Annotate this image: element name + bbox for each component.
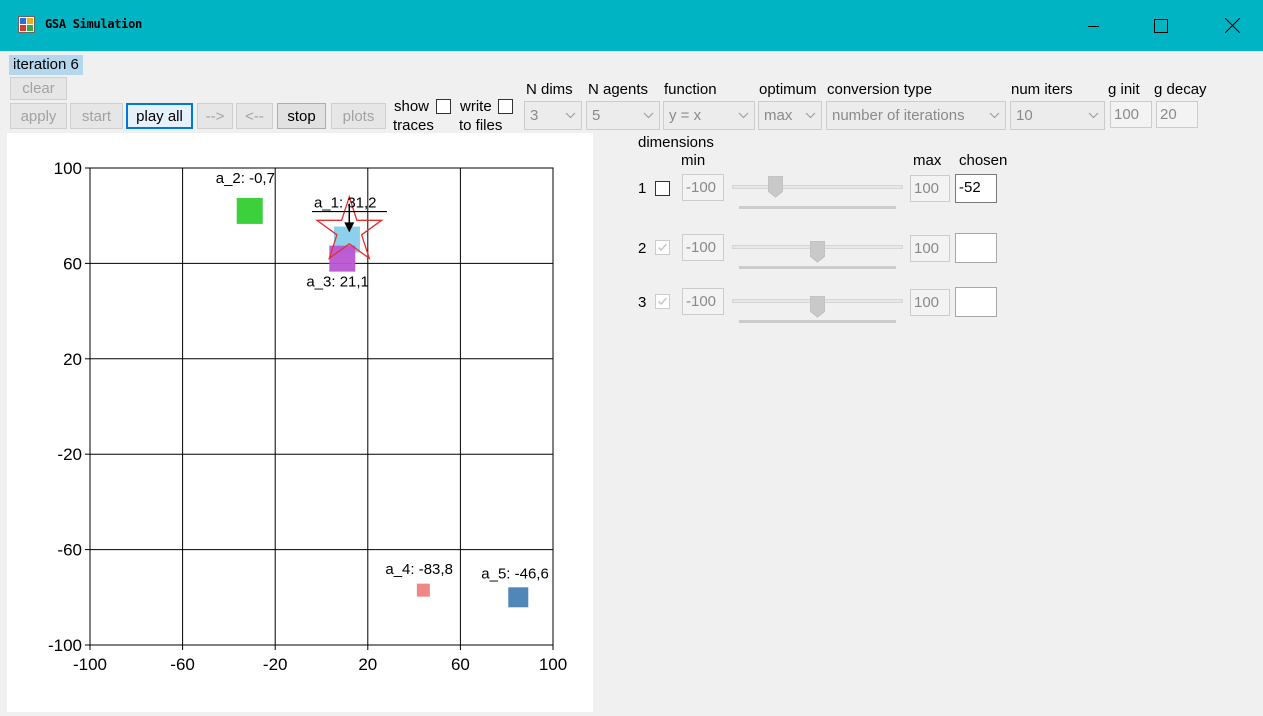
chevron-down-icon <box>565 112 576 119</box>
x-tick-label: -60 <box>170 655 195 674</box>
plot-panel: -100 -60 -20 20 60 100 100 60 20 -20 -60 -100 a_1: 3… <box>7 133 593 712</box>
x-tick-label: 20 <box>358 655 377 674</box>
step-forward-button[interactable]: --> <box>197 103 233 129</box>
dimension-index: 1 <box>638 180 647 197</box>
agent-label: a_2: -0,7 <box>216 170 275 187</box>
max-header: max <box>913 152 942 169</box>
optimum-label: optimum <box>759 81 817 98</box>
n-agents-value: 5 <box>592 107 601 124</box>
dimension-index: 3 <box>638 294 647 311</box>
chosen-header: chosen <box>959 152 1008 169</box>
conversion-type-select[interactable]: number of iterations <box>826 101 1006 130</box>
x-tick-label: -20 <box>263 655 288 674</box>
dimension-3-chosen-input[interactable] <box>955 287 997 317</box>
start-button[interactable]: start <box>70 103 123 129</box>
plots-button[interactable]: plots <box>331 103 386 129</box>
dimension-index: 2 <box>638 240 647 257</box>
optimum-select[interactable]: max <box>758 101 822 130</box>
y-tick-label: -60 <box>57 541 82 560</box>
close-button[interactable] <box>1209 0 1255 51</box>
dimension-2-min-input[interactable]: -100 <box>682 234 724 261</box>
n-agents-label: N agents <box>588 81 649 98</box>
dimensions-header: dimensions <box>638 134 714 151</box>
conversion-type-label: conversion type <box>827 81 933 98</box>
min-header: min <box>681 152 706 169</box>
write-files-label-1: write <box>460 98 492 115</box>
optimum-value: max <box>764 107 793 124</box>
agent-label: a_1: 31,2 <box>314 195 377 212</box>
slider-thumb-2[interactable] <box>810 241 825 263</box>
title-bar: GSA Simulation <box>0 0 1263 51</box>
write-files-checkbox[interactable] <box>498 99 513 114</box>
y-tick-label: 20 <box>63 350 82 369</box>
dimension-1-max-input[interactable]: 100 <box>910 175 950 202</box>
maximize-icon <box>1154 18 1168 33</box>
minimize-button[interactable] <box>1071 0 1117 51</box>
x-tick-label: -100 <box>73 655 107 674</box>
y-tick-label: 100 <box>54 159 82 178</box>
y-tick-label: -20 <box>57 445 82 464</box>
num-iters-select[interactable]: 10 <box>1010 101 1105 130</box>
show-traces-checkbox[interactable] <box>436 99 451 114</box>
show-traces-label-1: show <box>394 98 430 115</box>
chevron-down-icon <box>1088 112 1099 119</box>
iteration-label: iteration 6 <box>9 55 83 75</box>
x-tick-label: 60 <box>451 655 470 674</box>
maximize-button[interactable] <box>1138 0 1184 51</box>
n-dims-label: N dims <box>526 81 573 98</box>
agents-scatter-plot: -100 -60 -20 20 60 100 100 60 20 -20 -60 -100 a_1: 3… <box>48 159 567 674</box>
g-init-label: g init <box>1108 81 1140 98</box>
agent-marker <box>236 197 263 224</box>
agent-label: a_4: -83,8 <box>385 561 453 578</box>
clear-button[interactable]: clear <box>10 77 67 100</box>
y-tick-label: 60 <box>63 254 82 273</box>
agent-marker <box>508 587 529 608</box>
dimension-1-min-input[interactable]: -100 <box>682 174 724 201</box>
dimension-1-checkbox[interactable] <box>655 181 670 196</box>
step-back-button[interactable]: <-- <box>236 103 273 129</box>
conversion-type-value: number of iterations <box>832 107 965 124</box>
stop-button[interactable]: stop <box>277 103 326 129</box>
y-tick-label: -100 <box>48 636 82 655</box>
minimize-icon <box>1088 25 1099 27</box>
function-value: y = x <box>669 107 702 124</box>
agent-marker <box>416 583 430 597</box>
close-icon <box>1224 18 1240 33</box>
dimension-3-max-input[interactable]: 100 <box>910 289 950 316</box>
x-tick-label: 100 <box>539 655 567 674</box>
show-traces-label-2: traces <box>393 117 434 134</box>
dimension-2-checkbox[interactable] <box>655 240 670 255</box>
dimension-3-checkbox[interactable] <box>655 294 670 309</box>
num-iters-label: num iters <box>1011 81 1073 98</box>
function-select[interactable]: y = x <box>663 101 755 130</box>
n-agents-select[interactable]: 5 <box>586 101 660 130</box>
dimension-2-chosen-input[interactable] <box>955 233 997 263</box>
function-label: function <box>664 81 717 98</box>
chevron-down-icon <box>989 112 1000 119</box>
chevron-down-icon <box>738 112 749 119</box>
dimension-3-min-input[interactable]: -100 <box>682 288 724 315</box>
write-files-label-2: to files <box>459 117 503 134</box>
g-decay-input[interactable]: 20 <box>1156 101 1198 128</box>
dimension-2-max-input[interactable]: 100 <box>910 235 950 262</box>
agent-label: a_3: 21,1 <box>306 274 369 291</box>
slider-thumb-1[interactable] <box>768 176 783 198</box>
play-all-button[interactable]: play all <box>126 103 193 129</box>
dimension-1-chosen-input[interactable]: -52 <box>955 174 997 203</box>
chevron-down-icon <box>643 112 654 119</box>
slider-thumb-3[interactable] <box>810 296 825 318</box>
g-decay-label: g decay <box>1154 81 1207 98</box>
agent-label: a_5: -46,6 <box>481 565 549 582</box>
g-init-input[interactable]: 100 <box>1110 101 1152 128</box>
app-icon <box>18 16 35 33</box>
apply-button[interactable]: apply <box>10 103 67 129</box>
window-title: GSA Simulation <box>45 17 142 31</box>
num-iters-value: 10 <box>1016 107 1033 124</box>
n-dims-value: 3 <box>530 107 539 124</box>
n-dims-select[interactable]: 3 <box>524 101 582 130</box>
chevron-down-icon <box>805 112 816 119</box>
